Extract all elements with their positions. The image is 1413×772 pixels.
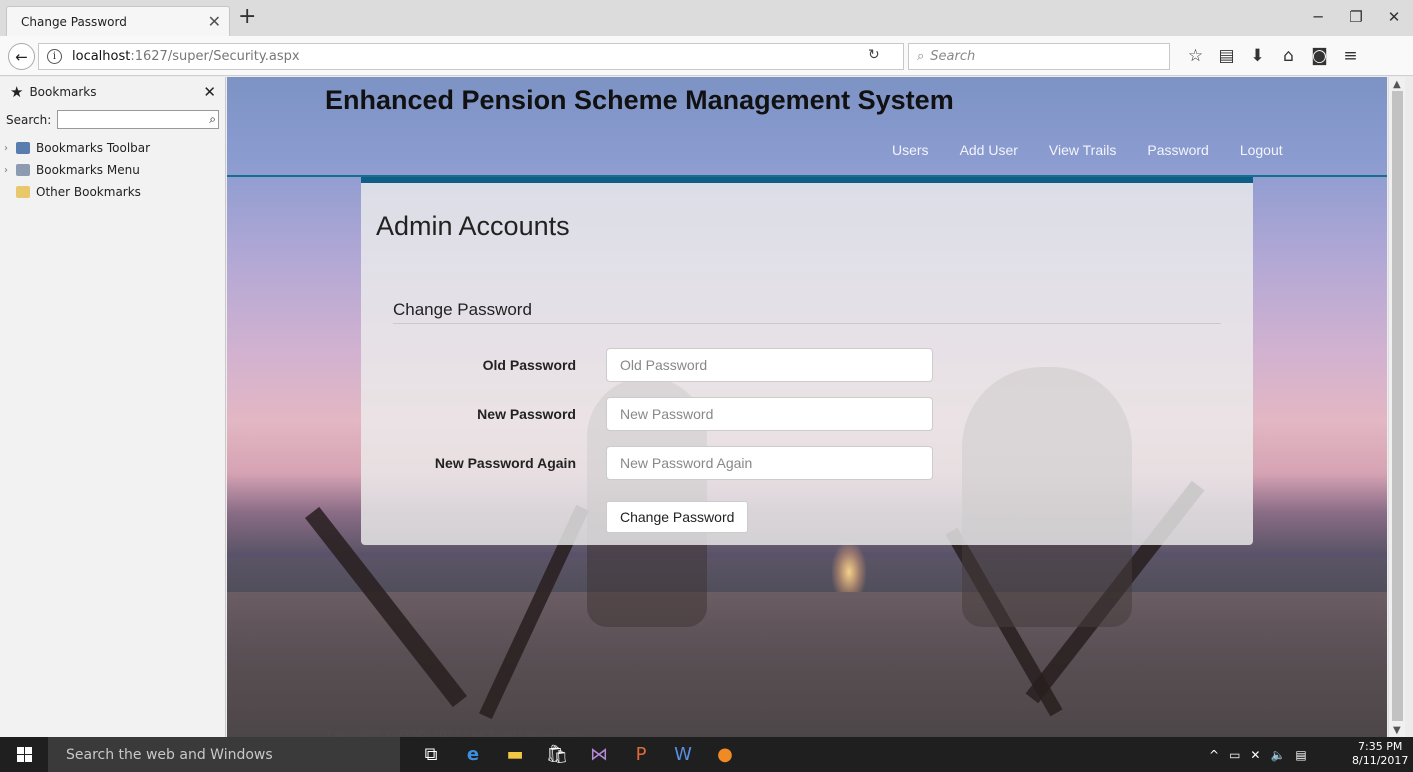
nav-logout[interactable]: Logout [1240,142,1283,158]
nav-password[interactable]: Password [1147,142,1208,158]
old-password-field[interactable] [606,348,933,382]
sidebar-item-label: Bookmarks Menu [36,163,140,177]
restore-icon[interactable]: ❐ [1337,0,1375,34]
search-icon: ⌕ [209,112,216,126]
sidebar-search: Search: ⌕ [6,110,220,129]
vertical-scrollbar[interactable]: ▲ ▼ [1388,77,1405,737]
form-row-new-password: New Password [361,397,961,431]
background-horizon [227,552,1387,558]
section-divider [393,323,1221,324]
nav-view-trails[interactable]: View Trails [1049,142,1116,158]
admin-accounts-panel: Admin Accounts Change Password Old Passw… [361,177,1253,545]
browser-search-input[interactable]: ⌕ Search [908,43,1170,70]
download-icon[interactable]: ⬇ [1242,42,1273,70]
taskbar-search-placeholder: Search the web and Windows [66,746,273,763]
page-title: Admin Accounts [376,211,570,241]
bookmark-tree: › Bookmarks Toolbar › Bookmarks Menu Oth… [4,137,150,203]
address-bar[interactable]: i localhost:1627/super/Security.aspx [38,43,904,70]
nav-add-user[interactable]: Add User [960,142,1018,158]
sidebar-title[interactable]: Bookmarks [29,85,203,99]
toolbar-icons: ☆ ▤ ⬇ ⌂ ◙ ≡ [1180,42,1366,70]
window-controls: ─ ❐ ✕ [1299,0,1413,34]
menu-folder-icon [16,164,30,176]
clock-date: 8/11/2017 [1352,754,1409,767]
expand-arrow-icon[interactable]: › [4,165,14,176]
taskbar-search-input[interactable]: Search the web and Windows [48,737,400,772]
network-icon[interactable]: ✕ [1250,748,1260,762]
sidebar-header[interactable]: ★ Bookmarks ✕ [10,83,216,101]
sidebar-search-label: Search: [6,112,52,127]
windows-start-icon[interactable] [0,737,48,772]
magnifier-icon: ⌕ [917,49,925,64]
sidebar-item-label: Other Bookmarks [36,185,141,199]
taskbar-apps: ⧉ e ▬ 🛍 ⋈ P W ● [410,737,746,772]
close-tab-icon[interactable]: ✕ [208,12,221,31]
expand-arrow-icon[interactable]: › [4,143,14,154]
scroll-down-icon[interactable]: ▼ [1393,725,1401,736]
main-nav: Users Add User View Trails Password Logo… [892,142,1314,158]
new-password-field[interactable] [606,397,933,431]
new-password-again-label: New Password Again [434,455,576,471]
new-password-again-field[interactable] [606,446,933,480]
url-host: localhost [72,49,131,64]
volume-icon[interactable]: 🔈 [1270,748,1285,762]
url-path: :1627/super/Security.aspx [130,49,300,64]
system-tray: ^ ▭ ✕ 🔈 ▤ [1204,737,1312,772]
chevron-up-icon[interactable]: ^ [1209,748,1219,762]
sidebar-item-bookmarks-menu[interactable]: › Bookmarks Menu [4,159,150,181]
bookmark-star-icon: ★ [10,83,24,101]
form-row-old-password: Old Password [361,348,961,382]
sidebar-item-other-bookmarks[interactable]: Other Bookmarks [4,181,150,203]
taskbar-clock[interactable]: 7:35 PM 8/11/2017 [1352,740,1408,768]
word-icon[interactable]: W [662,737,704,772]
powerpoint-icon[interactable]: P [620,737,662,772]
edge-icon[interactable]: e [452,737,494,772]
file-explorer-icon[interactable]: ▬ [494,737,536,772]
plus-icon[interactable]: + [238,4,256,29]
sidebar-search-input[interactable] [57,110,220,129]
toolbar-folder-icon [16,142,30,154]
navigation-toolbar: ← i localhost:1627/super/Security.aspx ↻… [0,36,1413,76]
reading-list-icon[interactable]: ▤ [1211,42,1242,70]
search-placeholder: Search [930,49,976,64]
task-view-icon[interactable]: ⧉ [410,737,452,772]
reload-icon[interactable]: ↻ [868,47,880,63]
bookmark-folder-icon [16,186,30,198]
home-icon[interactable]: ⌂ [1273,42,1304,70]
star-icon[interactable]: ☆ [1180,42,1211,70]
old-password-label: Old Password [482,357,576,373]
pocket-icon[interactable]: ◙ [1304,42,1335,70]
firefox-icon[interactable]: ● [704,737,746,772]
back-arrow-icon[interactable]: ← [8,43,35,70]
minimize-icon[interactable]: ─ [1299,0,1337,34]
nav-users[interactable]: Users [892,142,929,158]
sidebar-item-label: Bookmarks Toolbar [36,141,151,155]
close-sidebar-icon[interactable]: ✕ [203,83,216,101]
change-password-button[interactable]: Change Password [606,501,749,533]
notification-icon[interactable]: ▤ [1295,748,1306,762]
page-viewport: Enhanced Pension Scheme Management Syste… [227,77,1387,737]
windows-taskbar: Search the web and Windows ⧉ e ▬ 🛍 ⋈ P W… [0,737,1413,772]
browser-tab[interactable]: Change Password ✕ [6,6,230,36]
scroll-up-icon[interactable]: ▲ [1393,79,1401,90]
form-row-new-password-again: New Password Again [361,446,961,480]
page-footer: Copyright © EPMS 2017 | All Rights Reser… [327,728,578,737]
scroll-thumb[interactable] [1392,91,1403,721]
clock-time: 7:35 PM [1358,740,1403,753]
store-icon[interactable]: 🛍 [536,737,578,772]
menu-icon[interactable]: ≡ [1335,42,1366,70]
tab-title: Change Password [21,14,127,29]
sidebar-item-bookmarks-toolbar[interactable]: › Bookmarks Toolbar [4,137,150,159]
visual-studio-icon[interactable]: ⋈ [578,737,620,772]
info-icon[interactable]: i [47,49,62,64]
site-title: Enhanced Pension Scheme Management Syste… [325,85,954,115]
close-window-icon[interactable]: ✕ [1375,0,1413,34]
tab-strip: Change Password ✕ + ─ ❐ ✕ [0,0,1413,36]
battery-icon[interactable]: ▭ [1229,748,1240,762]
new-password-label: New Password [477,406,576,422]
section-title: Change Password [393,300,532,319]
bookmarks-sidebar: ★ Bookmarks ✕ Search: ⌕ › Bookmarks Tool… [0,77,226,737]
